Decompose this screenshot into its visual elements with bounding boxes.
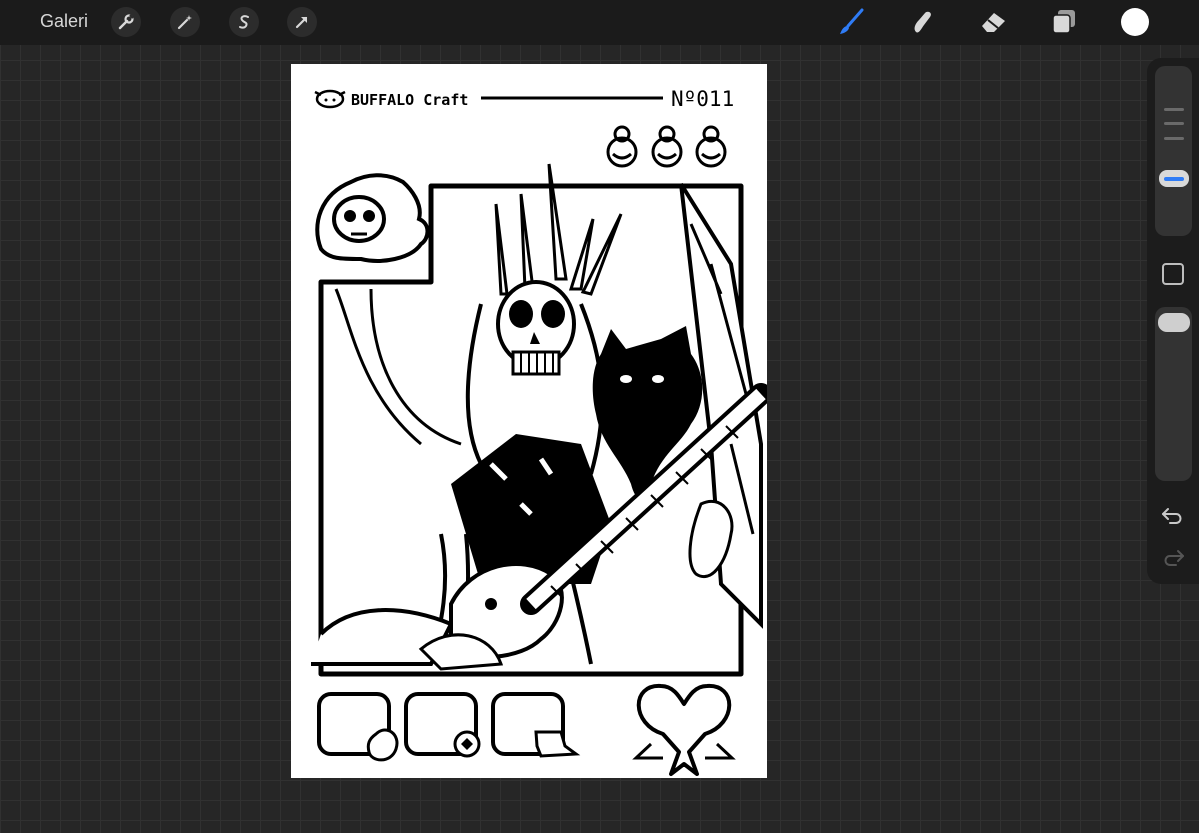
fire-skull-badge xyxy=(315,173,430,263)
brush-size-slider[interactable] xyxy=(1155,66,1192,236)
card-number: Nº011 xyxy=(671,87,734,111)
wrench-icon xyxy=(118,14,134,30)
brand-name: BUFFALO Craft xyxy=(351,91,468,109)
actions-button[interactable] xyxy=(111,7,141,37)
eraser-tool-button[interactable] xyxy=(977,6,1009,38)
gem-icons xyxy=(606,125,727,168)
modify-button[interactable] xyxy=(1162,263,1184,285)
eraser-icon xyxy=(982,13,1005,32)
stat-boxes xyxy=(317,692,565,756)
brush-icon xyxy=(840,8,864,34)
size-tick xyxy=(1164,122,1184,125)
transform-button[interactable] xyxy=(287,7,317,37)
layers-icon xyxy=(1052,10,1075,34)
buffalo-logo-icon xyxy=(314,89,346,109)
undo-icon xyxy=(1162,508,1182,524)
smudge-tool-button[interactable] xyxy=(906,6,938,38)
opacity-thumb[interactable] xyxy=(1158,313,1190,332)
selection-button[interactable] xyxy=(229,7,259,37)
size-tick xyxy=(1164,108,1184,111)
layers-button[interactable] xyxy=(1048,6,1080,38)
redo-icon xyxy=(1164,550,1184,566)
gallery-button[interactable]: Galeri xyxy=(40,11,88,32)
brush-tool-button[interactable] xyxy=(835,6,867,38)
transform-arrow-icon xyxy=(295,16,308,29)
selection-s-icon xyxy=(239,15,249,29)
opacity-slider[interactable] xyxy=(1155,307,1192,481)
stat-icons xyxy=(366,728,581,762)
drawing-canvas[interactable]: BUFFALO Craft Nº011 xyxy=(291,64,767,778)
brush-size-thumb[interactable] xyxy=(1159,170,1189,187)
size-tick xyxy=(1164,137,1184,140)
size-thumb-indicator xyxy=(1164,176,1184,181)
adjustments-button[interactable] xyxy=(170,7,200,37)
smudge-icon xyxy=(914,11,931,33)
redo-button[interactable] xyxy=(1160,546,1186,568)
color-picker-swatch[interactable] xyxy=(1121,8,1149,36)
card-artwork: BUFFALO Craft Nº011 xyxy=(311,87,767,776)
top-toolbar: Galeri xyxy=(0,0,1199,45)
magic-wand-icon xyxy=(177,15,192,30)
heart-icon xyxy=(632,683,736,776)
undo-button[interactable] xyxy=(1160,504,1186,526)
